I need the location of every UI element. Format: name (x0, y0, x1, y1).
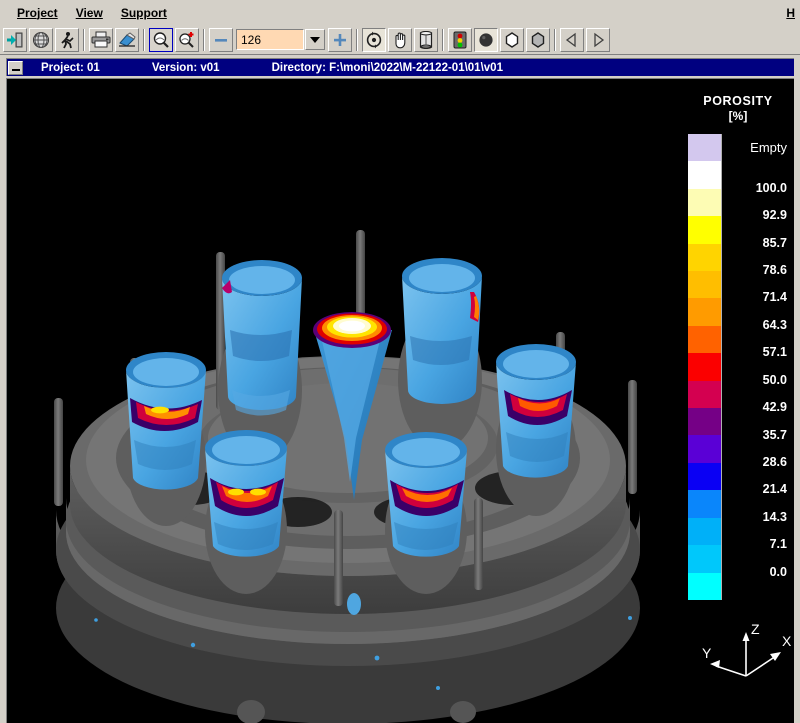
legend-label: 21.4 (762, 482, 787, 497)
legend-band (688, 517, 721, 546)
value-field[interactable]: 126 (236, 29, 304, 50)
axis-label-z: Z (751, 621, 760, 637)
legend-band (688, 243, 721, 272)
casting-cup (398, 258, 482, 450)
box-icon[interactable] (414, 27, 438, 52)
casting-simulation-render (54, 230, 640, 723)
menu-item-support-label: Support (120, 5, 167, 20)
legend-label: 42.9 (762, 400, 787, 415)
toolbar-separator (83, 28, 85, 51)
legend-label: 7.1 (769, 537, 787, 552)
legend-band (688, 572, 721, 600)
legend-label: 92.9 (762, 208, 787, 223)
minimize-button[interactable] (8, 60, 23, 75)
legend-band (688, 408, 721, 436)
viewport-frame: POROSITY [%] Empty 100.0 92.9 85.7 78.6 71.4 6… (6, 78, 794, 723)
value-dropdown-button[interactable] (305, 29, 325, 50)
menu-item-help-label: H (786, 5, 795, 20)
casting-cup (496, 344, 576, 516)
toolbar-separator (554, 28, 556, 51)
prev-icon[interactable] (560, 27, 584, 52)
directory-label: Directory: F:\moni\2022\M-22122-01\01\v0… (271, 61, 503, 74)
menu-item-project[interactable]: Project (8, 4, 67, 22)
menu-item-support[interactable]: Support (112, 4, 176, 22)
plus-icon[interactable] (328, 27, 352, 52)
legend-unit: [%] (728, 109, 748, 123)
legend-label: 14.3 (762, 509, 787, 524)
toolbar-separator (203, 28, 205, 51)
exit-icon[interactable] (3, 27, 27, 52)
legend-label: 35.7 (762, 427, 787, 442)
legend-band (688, 325, 721, 354)
printer-icon[interactable] (89, 27, 113, 52)
runner-icon[interactable] (55, 27, 79, 52)
white-hexagon-icon[interactable] (500, 27, 524, 52)
rotate-icon[interactable] (362, 27, 386, 52)
legend-band (688, 298, 721, 326)
legend-band (688, 188, 721, 217)
solid-sphere-icon[interactable] (474, 27, 498, 52)
porosity-legend: POROSITY [%] Empty 100.0 92.9 85.7 78.6 71.4 6… (683, 88, 793, 608)
legend-label: 100.0 (755, 180, 787, 195)
toolbar-separator (143, 28, 145, 51)
legend-band (688, 161, 721, 189)
menu-bar: Project View Support H (0, 0, 800, 25)
legend-label: 64.3 (762, 317, 787, 332)
legend-label: 50.0 (762, 372, 787, 387)
gray-hexagon-icon[interactable] (526, 27, 550, 52)
menu-item-help[interactable]: H (777, 4, 800, 22)
legend-label: 0.0 (769, 564, 787, 579)
eraser-icon[interactable] (115, 27, 139, 52)
legend-band (688, 353, 721, 381)
toolbar-separator (442, 28, 444, 51)
menu-item-view[interactable]: View (67, 4, 112, 22)
legend-label: Empty (750, 139, 787, 155)
menu-item-view-label: View (75, 5, 103, 20)
zoom-in-icon[interactable] (175, 27, 199, 52)
application-window: Project View Support H 126 Project: 01 V… (0, 0, 800, 723)
legend-label: 57.1 (762, 345, 787, 360)
menu-right-group: H (777, 0, 800, 25)
legend-label: 78.6 (762, 263, 787, 278)
minus-icon[interactable] (209, 27, 233, 52)
chevron-down-icon (310, 36, 320, 43)
toolbar: 126 (0, 25, 800, 55)
toolbar-separator (356, 28, 358, 51)
pan-hand-icon[interactable] (388, 27, 412, 52)
version-label: Version: v01 (151, 61, 220, 74)
value-field-text: 126 (241, 32, 262, 47)
menu-item-project-label: Project (17, 5, 58, 20)
casting-cup (126, 352, 206, 526)
legend-band (688, 216, 721, 244)
mesh-globe-icon[interactable] (29, 27, 53, 52)
next-icon[interactable] (586, 27, 610, 52)
legend-band (688, 490, 721, 518)
legend-band (688, 134, 721, 162)
legend-label: 71.4 (762, 290, 787, 305)
legend-label: 85.7 (762, 235, 787, 250)
legend-label: 28.6 (762, 454, 787, 469)
legend-band (688, 435, 721, 463)
legend-band (688, 462, 721, 491)
legend-band (688, 380, 721, 409)
viewport-3d[interactable]: POROSITY [%] Empty 100.0 92.9 85.7 78.6 71.4 6… (8, 80, 794, 723)
legend-band (688, 271, 721, 299)
axis-label-y: Y (702, 645, 712, 661)
zoom-icon[interactable] (149, 27, 173, 52)
legend-title: POROSITY (703, 94, 773, 108)
casting-cup (385, 432, 467, 594)
axis-label-x: X (782, 633, 792, 649)
traffic-light-icon[interactable] (448, 27, 472, 52)
project-label: Project: 01 (41, 61, 100, 74)
legend-band (688, 545, 721, 573)
axis-triad: Z X Y (696, 618, 794, 693)
legend-labels: Empty 100.0 92.9 85.7 78.6 71.4 64.3 57.1 50.0 42… (724, 134, 792, 614)
project-title-bar: Project: 01 Version: v01 Directory: F:\m… (6, 58, 794, 76)
legend-colorbar (688, 134, 722, 600)
casting-cup (205, 430, 287, 594)
